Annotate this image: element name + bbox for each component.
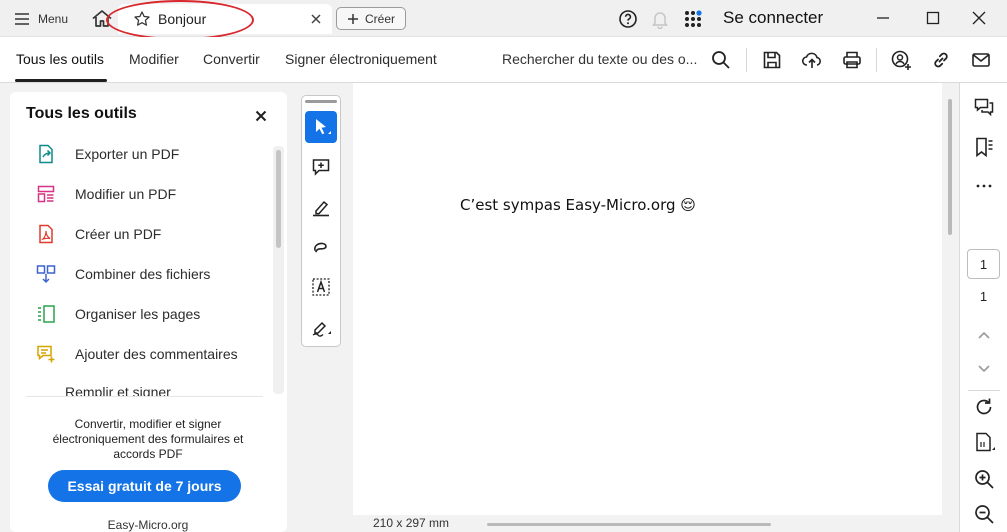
link-icon[interactable] — [930, 49, 952, 71]
zoom-in-icon[interactable] — [973, 468, 995, 490]
menu-button[interactable]: Menu — [14, 9, 68, 29]
tool-label: Ajouter des commentaires — [75, 346, 238, 362]
tool-label: Remplir et signer — [65, 384, 171, 396]
page-up-icon[interactable] — [973, 324, 995, 346]
select-tool-button[interactable] — [305, 111, 337, 143]
main-toolbar: Tous les outils Modifier Convertir Signe… — [0, 37, 1007, 83]
rail-separator — [968, 390, 1000, 391]
tab-title: Bonjour — [158, 11, 207, 27]
search-icon[interactable] — [710, 49, 732, 71]
create-button[interactable]: Créer — [336, 7, 406, 30]
comments-icon[interactable] — [973, 97, 995, 119]
zoom-out-icon[interactable] — [973, 503, 995, 525]
tool-label: Combiner des fichiers — [75, 266, 211, 282]
upload-cloud-icon[interactable] — [801, 49, 823, 71]
right-rail: 1 1 — [959, 83, 1007, 532]
minimize-icon[interactable] — [874, 9, 892, 27]
bell-icon[interactable] — [651, 9, 669, 29]
tool-combine-files[interactable]: Combiner des fichiers — [26, 262, 266, 286]
strip-grip[interactable] — [305, 100, 337, 103]
mail-icon[interactable] — [970, 49, 992, 71]
edit-pdf-icon — [37, 185, 55, 203]
highlight-tool-button[interactable] — [305, 191, 337, 223]
bookmark-icon[interactable] — [973, 136, 995, 158]
text-tool-button[interactable] — [305, 271, 337, 303]
toolbar-separator — [746, 48, 747, 72]
add-comment-icon — [37, 345, 55, 363]
page-fit-icon[interactable] — [973, 431, 995, 453]
title-bar: Menu Bonjour Créer Se connecter — [0, 0, 1007, 40]
document-text: C’est sympas Easy-Micro.org 😌 — [460, 196, 696, 214]
tool-label: Organiser les pages — [75, 306, 201, 322]
panel-title: Tous les outils — [26, 105, 137, 122]
export-pdf-icon — [39, 144, 53, 164]
tool-label: Exporter un PDF — [75, 146, 180, 162]
tab-convert[interactable]: Convertir — [203, 51, 260, 67]
horizontal-scrollbar[interactable] — [487, 523, 771, 526]
free-trial-button[interactable]: Essai gratuit de 7 jours — [48, 470, 241, 502]
highlight-pen-icon — [313, 200, 329, 217]
page-size-label: 210 x 297 mm — [373, 516, 450, 530]
organize-pages-icon — [38, 305, 55, 323]
comment-tool-button[interactable] — [305, 151, 337, 183]
tab-e-sign[interactable]: Signer électroniquement — [285, 51, 437, 67]
help-icon[interactable] — [618, 9, 638, 29]
tab-all-tools[interactable]: Tous les outils — [16, 51, 104, 67]
page-down-icon[interactable] — [973, 357, 995, 379]
panel-scrollbar[interactable] — [276, 150, 281, 248]
document-tab[interactable]: Bonjour — [118, 4, 332, 34]
promo-footer: Easy-Micro.org — [107, 518, 189, 532]
tool-label: Modifier un PDF — [75, 186, 177, 202]
create-pdf-icon — [39, 224, 53, 244]
select-cursor-icon — [316, 119, 331, 135]
active-tab-indicator — [15, 79, 107, 82]
print-icon[interactable] — [841, 49, 863, 71]
vertical-scrollbar[interactable] — [948, 99, 952, 235]
promo-text: Convertir, modifier et signer électroniq… — [52, 417, 244, 461]
combine-files-icon — [36, 265, 56, 284]
save-icon[interactable] — [761, 49, 783, 71]
add-comment-icon — [312, 159, 330, 176]
draw-tool-button[interactable] — [305, 231, 337, 263]
create-label: Créer — [364, 11, 395, 26]
tool-edit-pdf[interactable]: Modifier un PDF — [26, 182, 266, 206]
plus-icon — [347, 13, 358, 24]
quick-tools-strip — [301, 95, 341, 347]
close-window-icon[interactable] — [970, 9, 988, 27]
rotate-icon[interactable] — [973, 396, 995, 418]
hamburger-icon — [15, 13, 29, 25]
close-icon[interactable] — [308, 11, 324, 27]
tool-create-pdf[interactable]: Créer un PDF — [26, 222, 266, 246]
tool-fill-sign-partial[interactable]: Remplir et signer — [26, 384, 263, 396]
home-icon — [92, 10, 112, 27]
apps-icon[interactable] — [683, 9, 703, 29]
all-tools-panel: Tous les outils Exporter un PDF Modifier… — [0, 83, 288, 532]
freehand-draw-icon — [314, 242, 327, 253]
pdf-page[interactable]: C’est sympas Easy-Micro.org 😌 — [353, 83, 942, 515]
tool-organize-pages[interactable]: Organiser les pages — [26, 302, 266, 326]
maximize-icon[interactable] — [924, 9, 942, 27]
sign-in-link[interactable]: Se connecter — [723, 8, 823, 28]
document-viewport[interactable]: C’est sympas Easy-Micro.org 😌 210 x 297 … — [353, 83, 959, 532]
tab-edit[interactable]: Modifier — [129, 51, 179, 67]
tools-card: Tous les outils Exporter un PDF Modifier… — [10, 92, 287, 532]
panel-divider — [26, 396, 263, 397]
more-icon[interactable] — [973, 175, 995, 197]
star-icon[interactable] — [133, 10, 151, 28]
tool-export-pdf[interactable]: Exporter un PDF — [26, 142, 266, 166]
tool-add-comments[interactable]: Ajouter des commentaires — [26, 342, 266, 366]
current-page-input[interactable]: 1 — [967, 249, 1000, 279]
total-pages: 1 — [979, 289, 988, 304]
close-panel-icon[interactable] — [254, 109, 268, 123]
text-select-icon — [312, 278, 330, 296]
toolbar-separator — [876, 48, 877, 72]
share-user-icon[interactable] — [890, 49, 912, 71]
sign-tool-button[interactable] — [305, 311, 337, 343]
menu-label: Menu — [38, 12, 69, 26]
tool-label: Créer un PDF — [75, 226, 162, 242]
sign-pen-icon — [312, 321, 331, 337]
search-field[interactable]: Rechercher du texte ou des o... — [502, 51, 697, 67]
home-button[interactable] — [90, 7, 114, 31]
